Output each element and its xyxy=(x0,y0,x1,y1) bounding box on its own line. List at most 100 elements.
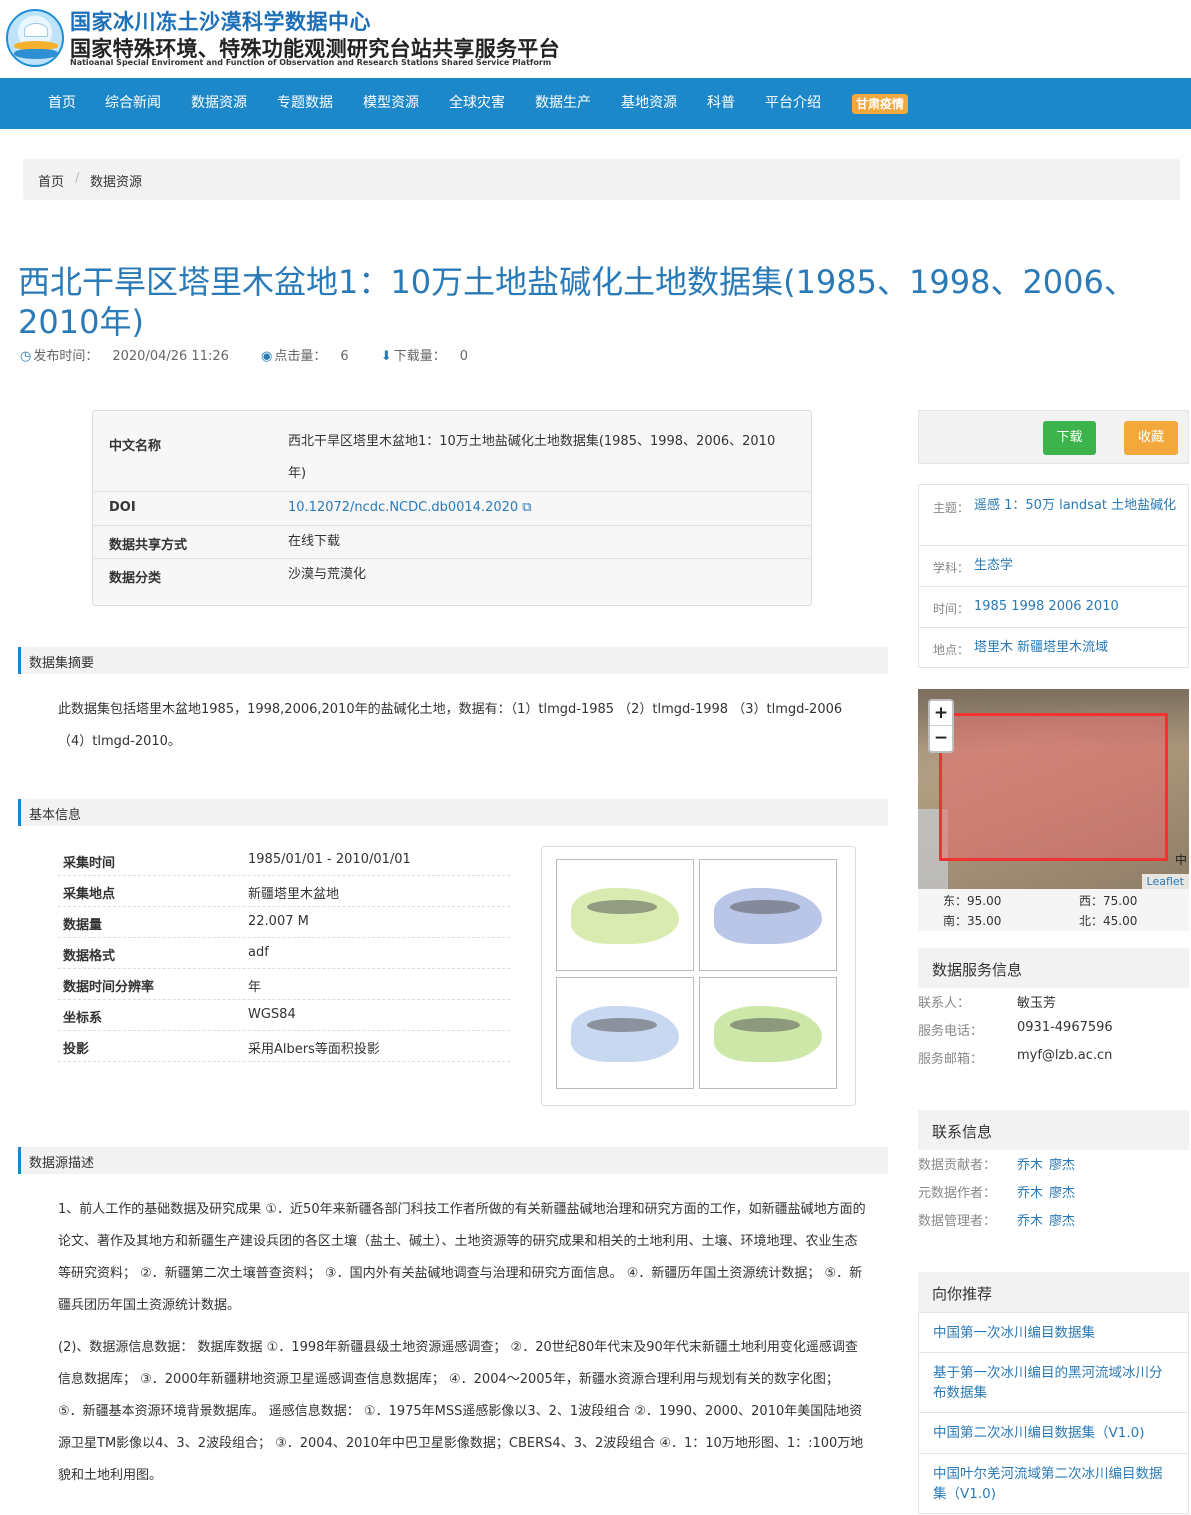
person-link[interactable]: 廖杰 xyxy=(1049,1158,1075,1173)
nav-item-global-disasters[interactable]: 全球灾害 xyxy=(449,78,505,129)
kv-label: 元数据作者： xyxy=(918,1186,997,1201)
keyword-label: 地点： xyxy=(933,643,970,657)
basic-info-label: 坐标系 xyxy=(63,1011,103,1026)
contact-info-panel: 联系信息 数据贡献者： 乔木 廖杰 元数据作者： 乔木 廖杰 数据管理者： 乔木 廖杰 xyxy=(918,1110,1189,1240)
abstract-text: 此数据集包括塔里木盆地1985，1998,2006,2010年的盐碱化土地，数据… xyxy=(58,702,843,749)
thumbnail-region xyxy=(714,1006,822,1062)
service-info-panel: 数据服务信息 联系人： 敏玉芳 服务电话： 0931-4967596 服务邮箱： my… xyxy=(918,948,1189,1078)
site-header: 国家冰川冻土沙漠科学数据中心 国家特殊环境、特殊功能观测研究台站共享服务平台 N… xyxy=(0,0,1191,78)
publish-time: 2020/04/26 11:26 xyxy=(112,349,229,364)
keyword-value-theme[interactable]: 遥感 1：50万 landsat 土地盐碱化 xyxy=(974,496,1179,516)
keyword-row-theme: 主题： 遥感 1：50万 landsat 土地盐碱化 xyxy=(919,485,1188,546)
contact-name: 敏玉芳 xyxy=(1017,996,1057,1011)
nav-item-science[interactable]: 科普 xyxy=(707,78,735,129)
recommend-item[interactable]: 中国第二次冰川编目数据集（V1.0) xyxy=(918,1413,1189,1454)
category-link[interactable]: 沙漠与荒漠化 xyxy=(288,559,788,591)
logo-water-wave xyxy=(14,49,58,59)
basic-info-label: 采集地点 xyxy=(63,887,116,902)
coord-south: 南：35.00 xyxy=(943,914,1002,928)
coord-east: 东：95.00 xyxy=(943,894,1002,908)
keyword-row-discipline: 学科： 生态学 xyxy=(919,546,1188,587)
logo-glacier-shape xyxy=(24,23,48,37)
info-value-name: 西北干旱区塔里木盆地1：10万土地盐碱化土地数据集(1985、1998、2006… xyxy=(288,434,776,481)
person-link[interactable]: 廖杰 xyxy=(1049,1214,1075,1229)
basic-info-row: 采集时间 1985/01/01 - 2010/01/01 xyxy=(58,845,510,876)
thumbnail-map-1985 xyxy=(556,859,694,971)
info-label: 中文名称 xyxy=(109,439,162,454)
downloads-label: 下载量： xyxy=(393,349,446,364)
nav-item-data-resources[interactable]: 数据资源 xyxy=(191,78,247,129)
person-link[interactable]: 乔木 xyxy=(1017,1186,1043,1201)
person-link[interactable]: 乔木 xyxy=(1017,1158,1043,1173)
site-logo[interactable] xyxy=(6,9,64,67)
thumbnail-map-1998 xyxy=(699,859,837,971)
keyword-row-time: 时间： 1985 1998 2006 2010 xyxy=(919,587,1188,628)
keyword-label: 主题： xyxy=(933,501,970,515)
basic-info-row: 坐标系 WGS84 xyxy=(58,1000,510,1031)
kv-label: 服务邮箱： xyxy=(918,1052,984,1067)
nav-item-base-resources[interactable]: 基地资源 xyxy=(621,78,677,129)
nav-item-news[interactable]: 综合新闻 xyxy=(105,78,161,129)
section-title: 基本信息 xyxy=(29,808,82,823)
dataset-thumbnail[interactable] xyxy=(541,846,856,1106)
basic-info-value: 采用Albers等面积投影 xyxy=(248,1042,380,1057)
keyword-value-time[interactable]: 1985 1998 2006 2010 xyxy=(974,597,1179,617)
basic-info-label: 采集时间 xyxy=(63,856,116,871)
thumbnail-region xyxy=(714,888,822,944)
kv-label: 数据贡献者： xyxy=(918,1158,997,1173)
recommend-item[interactable]: 基于第一次冰川编目的黑河流域冰川分布数据集 xyxy=(918,1353,1189,1413)
nav-item-data-production[interactable]: 数据生产 xyxy=(535,78,591,129)
site-subtitle-en: Natioanal Special Enviroment and Functio… xyxy=(70,58,552,67)
nav-item-about[interactable]: 平台介绍 xyxy=(765,78,821,129)
panel-heading: 数据服务信息 xyxy=(918,948,1189,988)
kv-label: 联系人： xyxy=(918,996,971,1011)
favorite-button[interactable]: 收藏 xyxy=(1124,421,1178,455)
info-value-doi-wrap: 10.12072/ncdc.NCDC.db0014.2020 ⧉ xyxy=(288,492,788,524)
dataset-info-box: 中文名称 西北干旱区塔里木盆地1：10万土地盐碱化土地数据集(1985、1998… xyxy=(92,410,812,606)
nav-item-model-resources[interactable]: 模型资源 xyxy=(363,78,419,129)
person-link[interactable]: 廖杰 xyxy=(1049,1186,1075,1201)
coord-west: 西：75.00 xyxy=(1079,894,1138,908)
service-email: myf@lzb.ac.cn xyxy=(1017,1048,1113,1063)
basic-info-value: WGS84 xyxy=(248,1007,296,1022)
map-attribution-link[interactable]: Leaflet xyxy=(1141,874,1189,889)
basic-info-value: 1985/01/01 - 2010/01/01 xyxy=(248,852,411,867)
nav-item-epidemic[interactable]: 甘肃疫情 xyxy=(852,94,909,114)
keyword-value-discipline[interactable]: 生态学 xyxy=(974,556,1179,576)
basic-info-row: 投影 采用Albers等面积投影 xyxy=(58,1031,510,1062)
doi-link[interactable]: 10.12072/ncdc.NCDC.db0014.2020 xyxy=(288,500,518,515)
coverage-map[interactable]: + − 中 Leaflet xyxy=(918,689,1189,889)
nav-item-thematic-data[interactable]: 专题数据 xyxy=(277,78,333,129)
kv-label: 服务电话： xyxy=(918,1024,984,1039)
info-row-doi: DOI 10.12072/ncdc.NCDC.db0014.2020 ⧉ xyxy=(93,492,811,526)
basic-info-value: 年 xyxy=(248,980,262,995)
source-paragraph-1: 1、前人工作的基础数据及研究成果 ①．近50年来新疆各部门科技工作者所做的有关新… xyxy=(58,1202,866,1313)
thumbnail-region xyxy=(571,888,679,944)
clock-icon: ◷ xyxy=(20,349,32,364)
keywords-panel: 主题： 遥感 1：50万 landsat 土地盐碱化 学科： 生态学 时间： 1… xyxy=(918,484,1189,668)
zoom-out-button[interactable]: − xyxy=(930,726,952,751)
service-phone: 0931-4967596 xyxy=(1017,1020,1113,1035)
external-link-icon[interactable]: ⧉ xyxy=(522,500,531,515)
nav-item-home[interactable]: 首页 xyxy=(48,78,76,129)
map-coordinates: 东：95.00 西：75.00 南：35.00 北：45.00 xyxy=(918,889,1189,931)
basic-info-value: 新疆塔里木盆地 xyxy=(248,887,340,902)
breadcrumb-home[interactable]: 首页 xyxy=(38,171,64,190)
source-paragraph-2: (2)、数据源信息数据： 数据库数据 ①．1998年新疆县级土地资源遥感调查； … xyxy=(58,1340,864,1483)
recommend-item[interactable]: 中国叶尔羌河流域第二次冰川编目数据集（V1.0) xyxy=(918,1454,1189,1514)
views-label: 点击量： xyxy=(274,349,327,364)
info-row-name: 中文名称 西北干旱区塔里木盆地1：10万土地盐碱化土地数据集(1985、1998… xyxy=(93,411,811,492)
person-link[interactable]: 乔木 xyxy=(1017,1214,1043,1229)
basic-info-row: 数据量 22.007 M xyxy=(58,907,510,938)
thumbnail-map-2006 xyxy=(556,977,694,1089)
recommend-item[interactable]: 中国第一次冰川编目数据集 xyxy=(918,1312,1189,1353)
download-panel: 下载 收藏 xyxy=(918,410,1189,464)
keyword-value-location[interactable]: 塔里木 新疆塔里木流域 xyxy=(974,638,1179,658)
thumbnail-saline-area xyxy=(587,1018,657,1032)
downloads-count: 0 xyxy=(459,349,469,364)
download-button[interactable]: 下载 xyxy=(1043,421,1096,455)
zoom-in-button[interactable]: + xyxy=(930,701,952,726)
map-bounding-box xyxy=(939,713,1168,861)
breadcrumb-current: 数据资源 xyxy=(90,175,143,190)
section-source-heading: 数据源描述 xyxy=(18,1147,888,1174)
